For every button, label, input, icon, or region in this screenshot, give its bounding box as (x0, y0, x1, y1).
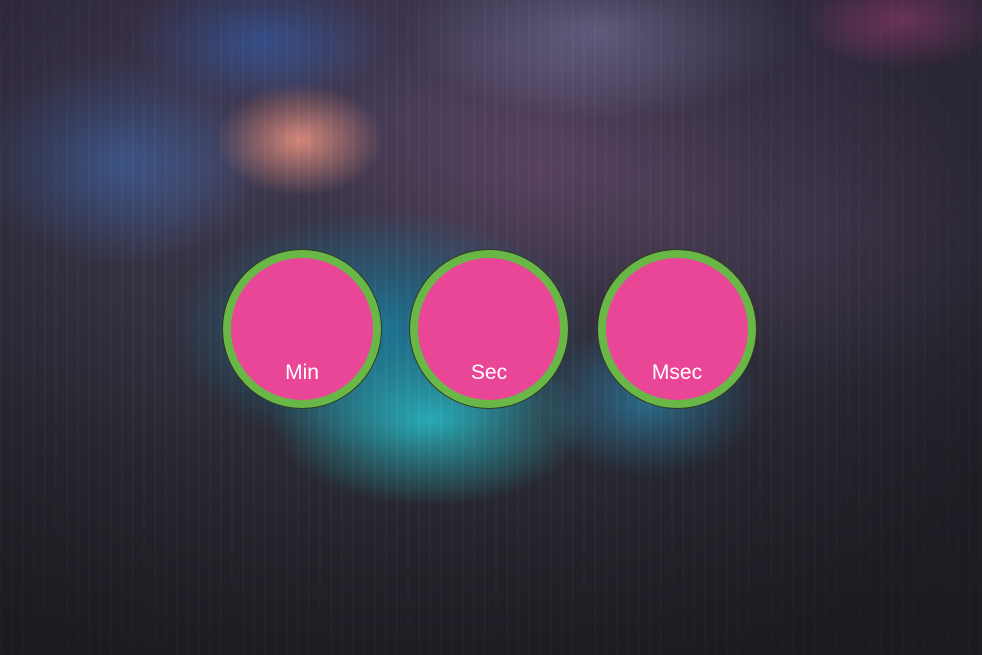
seconds-dial[interactable]: Sec (410, 250, 568, 408)
seconds-label: Sec (470, 361, 508, 384)
stopwatch-dials: Min Sec Msec (0, 0, 982, 655)
minutes-label: Min (285, 361, 319, 384)
milliseconds-label: Msec (651, 361, 703, 384)
timer-screen: Min Sec Msec (0, 0, 982, 655)
milliseconds-dial[interactable]: Msec (598, 250, 756, 408)
minutes-dial[interactable]: Min (223, 250, 381, 408)
